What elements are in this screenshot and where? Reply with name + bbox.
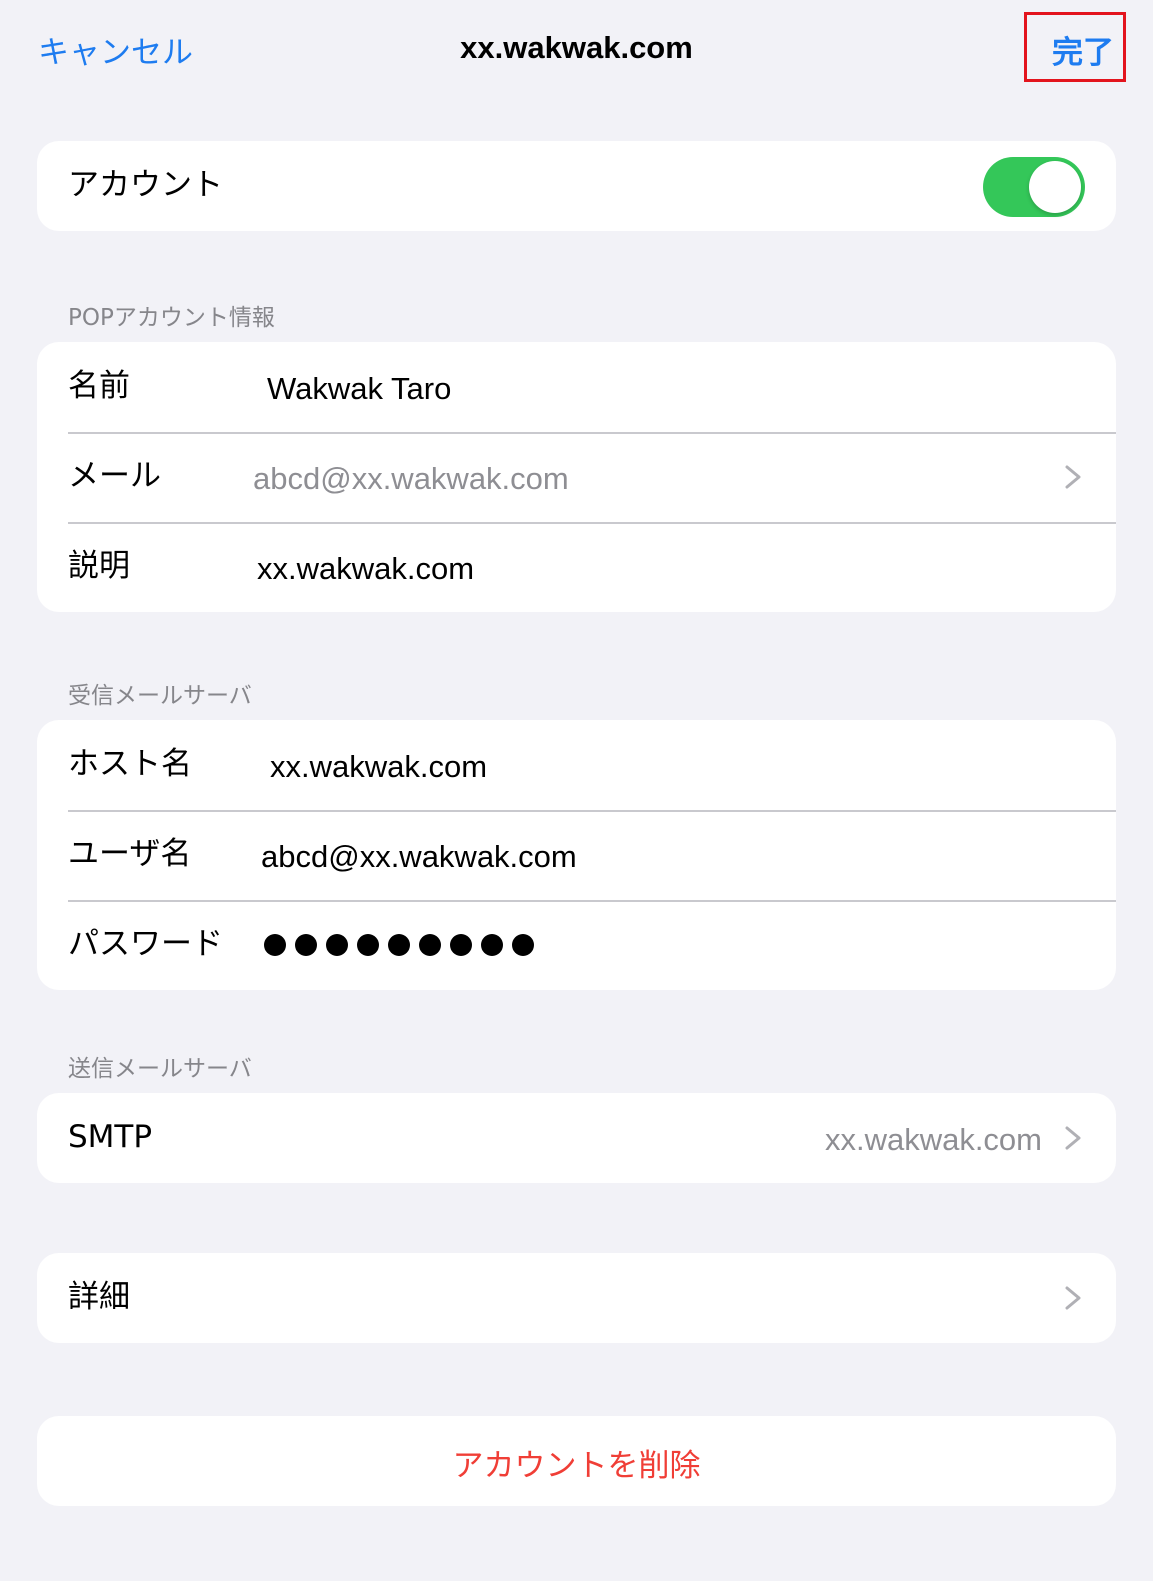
password-dot [419,934,441,956]
password-dot [512,934,534,956]
description-field[interactable]: xx.wakwak.com [257,549,474,589]
advanced-group: 詳細 [37,1253,1116,1343]
description-row[interactable]: 説明 xx.wakwak.com [37,522,1116,612]
chevron-right-icon [1065,1286,1081,1310]
account-toggle-row: アカウント [37,141,1116,231]
incoming-server-group: ホスト名 xx.wakwak.com ユーザ名 abcd@xx.wakwak.c… [37,720,1116,990]
email-value: abcd@xx.wakwak.com [253,461,569,496]
username-field[interactable]: abcd@xx.wakwak.com [261,837,577,877]
password-label: パスワード [68,926,223,962]
outgoing-server-group: SMTP xx.wakwak.com [37,1093,1116,1183]
host-row[interactable]: ホスト名 xx.wakwak.com [37,720,1116,810]
navigation-bar: キャンセル xx.wakwak.com 完了 [0,0,1153,105]
delete-account-button[interactable]: アカウントを削除 [37,1440,1116,1485]
password-dot [450,934,472,956]
password-dot [388,934,410,956]
advanced-label: 詳細 [68,1279,130,1315]
password-dot [295,934,317,956]
chevron-right-icon [1065,465,1081,489]
incoming-section-header: 受信メールサーバ [68,683,252,709]
done-button[interactable]: 完了 [1052,27,1114,72]
description-label: 説明 [68,548,130,584]
password-dot [326,934,348,956]
password-row[interactable]: パスワード [37,900,1116,990]
smtp-value: xx.wakwak.com [824,1122,1042,1157]
name-label: 名前 [68,368,130,404]
toggle-knob [1029,161,1081,213]
password-dot [264,934,286,956]
advanced-row[interactable]: 詳細 [37,1253,1116,1343]
account-group: アカウント [37,141,1116,231]
account-label: アカウント [68,167,223,203]
smtp-label: SMTP [68,1119,153,1155]
username-label: ユーザ名 [68,836,192,872]
name-row[interactable]: 名前 Wakwak Taro [37,342,1116,432]
name-field[interactable]: Wakwak Taro [267,369,451,409]
pop-section-header: POPアカウント情報 [68,305,275,331]
username-row[interactable]: ユーザ名 abcd@xx.wakwak.com [37,810,1116,900]
outgoing-section-header: 送信メールサーバ [68,1056,252,1082]
pop-account-group: 名前 Wakwak Taro メール abcd@xx.wakwak.com 説明… [37,342,1116,612]
page-title: xx.wakwak.com [460,30,693,65]
delete-account-group: アカウントを削除 [37,1416,1116,1506]
account-toggle-switch[interactable] [983,157,1085,217]
email-label: メール [68,458,161,494]
password-dot [357,934,379,956]
password-dot [481,934,503,956]
host-field[interactable]: xx.wakwak.com [270,747,487,787]
smtp-row[interactable]: SMTP xx.wakwak.com [37,1093,1116,1183]
chevron-right-icon [1065,1126,1081,1150]
email-row[interactable]: メール abcd@xx.wakwak.com [37,432,1116,522]
password-field[interactable] [264,934,534,956]
delete-account-row[interactable]: アカウントを削除 [37,1416,1116,1506]
host-label: ホスト名 [68,746,192,782]
